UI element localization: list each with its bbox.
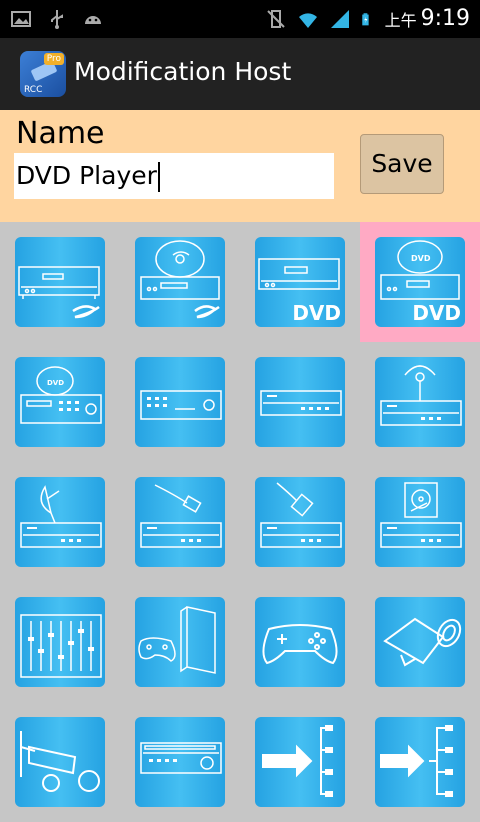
battery-charging-icon	[361, 12, 369, 25]
grid-cell[interactable]	[0, 222, 120, 342]
grid-cell[interactable]	[120, 342, 240, 462]
svg-text:DVD: DVD	[411, 254, 431, 263]
grid-cell[interactable]	[0, 702, 120, 822]
hdd-recorder-icon[interactable]	[375, 477, 465, 567]
dvd-keypad-player-icon[interactable]: DVD	[15, 357, 105, 447]
page-title: Modification Host	[74, 57, 292, 86]
status-bar: 上午 9:19	[0, 0, 480, 38]
grid-cell-selected[interactable]: DVD DVD	[360, 222, 480, 342]
grid-cell[interactable]: DVD	[0, 342, 120, 462]
grid-cell[interactable]: DVD	[240, 222, 360, 342]
grid-cell[interactable]	[240, 702, 360, 822]
grid-cell[interactable]	[240, 462, 360, 582]
dvd-player-icon[interactable]: DVD DVD	[375, 237, 465, 327]
grid-cell[interactable]	[120, 462, 240, 582]
security-camera-icon[interactable]	[15, 717, 105, 807]
power-deck-icon[interactable]	[255, 357, 345, 447]
clock-ampm: 上午	[384, 10, 417, 30]
android-debug-icon	[85, 16, 101, 24]
save-button[interactable]: Save	[360, 134, 444, 194]
dvd-badge: DVD	[292, 301, 341, 325]
bluray-player-icon[interactable]	[15, 237, 105, 327]
app-icon-text: RCC	[24, 85, 43, 95]
network-box-icon[interactable]	[255, 477, 345, 567]
grid-cell[interactable]	[0, 462, 120, 582]
cable-box-icon[interactable]	[135, 477, 225, 567]
grid-cell[interactable]	[360, 462, 480, 582]
amplifier-icon[interactable]	[135, 717, 225, 807]
app-logo-icon[interactable]: Pro RCC	[20, 51, 66, 97]
host-form: Name DVD Player Save	[0, 110, 480, 222]
action-bar: Pro RCC Modification Host	[0, 38, 480, 110]
grid-cell[interactable]	[120, 582, 240, 702]
wireless-receiver-icon[interactable]	[375, 357, 465, 447]
audio-mixer-icon[interactable]	[15, 597, 105, 687]
dvd-recorder-icon[interactable]: DVD	[255, 237, 345, 327]
satellite-receiver-icon[interactable]	[15, 477, 105, 567]
name-input-value: DVD Player	[16, 161, 157, 190]
av-receiver-icon[interactable]	[135, 357, 225, 447]
usb-notification-icon	[51, 10, 63, 29]
input-switch-icon[interactable]	[375, 717, 465, 807]
gallery-notification-icon	[11, 11, 31, 27]
grid-cell[interactable]	[0, 582, 120, 702]
output-switch-icon[interactable]	[255, 717, 345, 807]
app-icon-badge: Pro	[43, 53, 64, 65]
device-icon-grid: DVD DVD DVD DVD	[0, 222, 480, 807]
grid-cell[interactable]	[240, 582, 360, 702]
svg-text:DVD: DVD	[47, 379, 64, 387]
camcorder-icon[interactable]	[375, 597, 465, 687]
grid-cell[interactable]	[360, 702, 480, 822]
vibrate-mute-icon	[266, 9, 285, 28]
clock-time: 9:19	[420, 6, 470, 31]
grid-cell[interactable]	[360, 582, 480, 702]
grid-cell[interactable]	[120, 222, 240, 342]
wifi-icon	[298, 12, 317, 28]
grid-cell[interactable]	[360, 342, 480, 462]
dvd-badge: DVD	[412, 301, 461, 325]
text-caret	[157, 162, 160, 192]
name-input[interactable]: DVD Player	[14, 153, 334, 199]
signal-icon	[330, 9, 349, 28]
game-console-tower-icon[interactable]	[135, 597, 225, 687]
grid-cell[interactable]	[120, 702, 240, 822]
gamepad-icon[interactable]	[255, 597, 345, 687]
bluray-disc-player-icon[interactable]	[135, 237, 225, 327]
grid-cell[interactable]	[240, 342, 360, 462]
name-label: Name	[16, 116, 105, 151]
